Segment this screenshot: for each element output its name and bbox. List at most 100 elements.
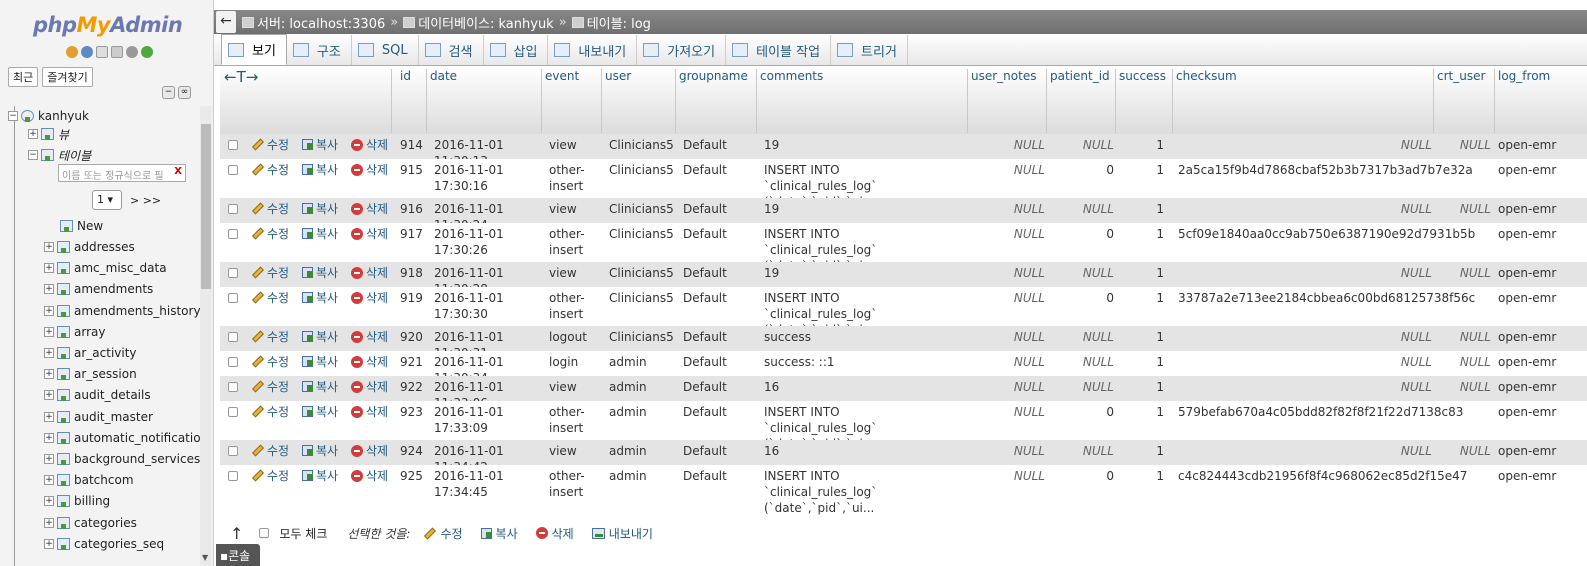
bulk-export-button[interactable]: 내보내기 [591,525,653,542]
nav-table-name[interactable]: addresses [74,240,135,254]
row-edit-button[interactable]: 수정 [251,467,289,484]
expand-icon[interactable]: + [44,454,54,464]
expand-icon[interactable]: + [44,432,54,443]
row-copy-button[interactable]: 복사 [302,200,338,217]
row-delete-button[interactable]: 삭제 [351,353,388,370]
breadcrumb-table[interactable]: 테이블: log [587,13,651,32]
row-delete-button[interactable]: 삭제 [351,264,388,281]
bulk-copy-button[interactable]: 복사 [480,525,518,542]
row-copy-button[interactable]: 복사 [302,161,338,178]
row-copy-button[interactable]: 복사 [302,353,338,370]
expand-icon[interactable]: + [44,496,54,507]
nav-table-name[interactable]: amendments_history [74,304,201,318]
row-checkbox[interactable] [228,357,238,367]
recent-tab[interactable]: 최근 [8,67,39,87]
nav-table-item[interactable]: + categories [44,513,137,533]
page-next-links[interactable]: > >> [130,194,161,207]
row-copy-button[interactable]: 복사 [302,467,338,484]
docs-icon[interactable] [96,46,108,58]
nav-table-item[interactable]: + amendments [44,279,153,299]
reload-icon[interactable] [141,46,153,58]
nav-table-item[interactable]: + categories_seq [44,534,164,554]
col-header-user[interactable]: user [601,69,676,133]
row-checkbox[interactable] [228,140,238,150]
row-copy-button[interactable]: 복사 [302,264,338,281]
row-delete-button[interactable]: 삭제 [351,328,388,345]
tab-6[interactable]: 내보내기 [548,35,638,65]
table-row[interactable]: 수정복사삭제9182016-11-01 11:30:28viewClinicia… [220,262,1587,296]
expand-icon[interactable]: + [44,411,54,422]
table-row[interactable]: 수정 복사 삭제 915 2016-11-01 17:30:16 other-insert… [220,159,1587,209]
collapse-icon[interactable]: − [8,111,18,121]
row-edit-button[interactable]: 수정 [251,378,289,395]
row-edit-button[interactable]: 수정 [251,403,289,420]
nav-table-name[interactable]: audit_details [74,388,151,402]
col-header-id[interactable]: id [396,69,427,133]
row-copy-button[interactable]: 복사 [302,225,338,242]
expand-icon[interactable]: + [44,348,54,358]
col-header-log-from[interactable]: log_from [1494,69,1587,133]
nav-table-item[interactable]: + addresses [44,237,135,257]
expand-icon[interactable]: + [44,538,54,549]
new-table-label[interactable]: New [77,219,103,233]
row-edit-button[interactable]: 수정 [251,225,289,242]
row-edit-button[interactable]: 수정 [251,264,289,281]
row-checkbox[interactable] [228,229,238,239]
nav-table-name[interactable]: automatic_notification [74,431,208,445]
row-delete-button[interactable]: 삭제 [351,161,388,178]
table-filter-input[interactable]: 이름 또는 정규식으로 필 X [58,164,186,182]
row-delete-button[interactable]: 삭제 [351,442,388,459]
bulk-delete-button[interactable]: 삭제 [535,525,574,542]
bulk-edit-button[interactable]: 수정 [424,525,463,542]
tab-9[interactable]: 트리거 [831,35,908,65]
tree-views-node[interactable]: + 뷰 [28,124,69,144]
nav-table-item[interactable]: + array [44,322,105,342]
row-delete-button[interactable]: 삭제 [351,289,388,306]
nav-table-name[interactable]: categories_seq [74,537,164,551]
nav-table-item[interactable]: + ar_session [44,364,137,384]
nav-table-name[interactable]: ar_activity [74,346,137,360]
expand-icon[interactable]: + [44,517,54,528]
collapse-icon[interactable]: − [28,150,38,160]
tab-1[interactable]: 보기 [221,34,287,65]
table-row[interactable]: 수정복사삭제9222016-11-01 11:33:06viewadminDef… [220,376,1587,410]
row-checkbox[interactable] [228,471,238,481]
row-edit-button[interactable]: 수정 [251,136,289,153]
table-row[interactable]: 수정 복사 삭제 919 2016-11-01 17:30:30 other-insert… [220,287,1587,337]
nav-table-name[interactable]: background_services [74,452,200,466]
table-row[interactable]: 수정 복사 삭제 925 2016-11-01 17:34:45 other-insert… [220,465,1587,515]
row-delete-button[interactable]: 삭제 [351,136,388,153]
tab-8[interactable]: 테이블 작업 [726,35,832,65]
expand-icon[interactable]: + [44,305,54,316]
nav-table-name[interactable]: amendments [74,282,153,296]
row-checkbox[interactable] [228,407,238,417]
check-all-label[interactable]: 모두 체크 [279,525,327,542]
row-checkbox[interactable] [228,293,238,303]
nav-table-name[interactable]: audit_master [74,410,153,424]
nav-table-item[interactable]: + ar_activity [44,343,137,363]
row-checkbox[interactable] [228,165,238,175]
page-select[interactable]: 1 ▾ [92,190,122,210]
row-edit-button[interactable]: 수정 [251,200,289,217]
row-checkbox[interactable] [228,382,238,392]
home-icon[interactable] [66,46,78,58]
col-header-patient-id[interactable]: patient_id [1046,69,1116,133]
row-edit-button[interactable]: 수정 [251,442,289,459]
table-row[interactable]: 수정복사삭제9162016-11-01 11:30:24viewClinicia… [220,198,1587,232]
breadcrumb-database[interactable]: 데이터베이스: kanhyuk [418,13,553,32]
views-label[interactable]: 뷰 [58,126,69,143]
row-copy-button[interactable]: 복사 [302,328,338,345]
nav-table-item[interactable]: + amendments_history [44,301,201,321]
nav-table-name[interactable]: ar_session [74,367,137,381]
help-icon[interactable] [81,46,93,58]
col-header-crt-user[interactable]: crt_user [1433,69,1495,133]
col-header-comments[interactable]: comments [756,69,968,133]
console-toggle[interactable]: ▪콘솔 [216,544,260,566]
nav-table-item[interactable]: + audit_details [44,385,151,405]
row-copy-button[interactable]: 복사 [302,442,338,459]
nav-table-item[interactable]: + background_services [44,449,200,469]
col-header-checksum[interactable]: checksum [1172,69,1434,133]
row-checkbox[interactable] [228,446,238,456]
nav-table-item[interactable]: + batchcom [44,470,134,490]
scrollbar-thumb[interactable] [201,124,211,289]
